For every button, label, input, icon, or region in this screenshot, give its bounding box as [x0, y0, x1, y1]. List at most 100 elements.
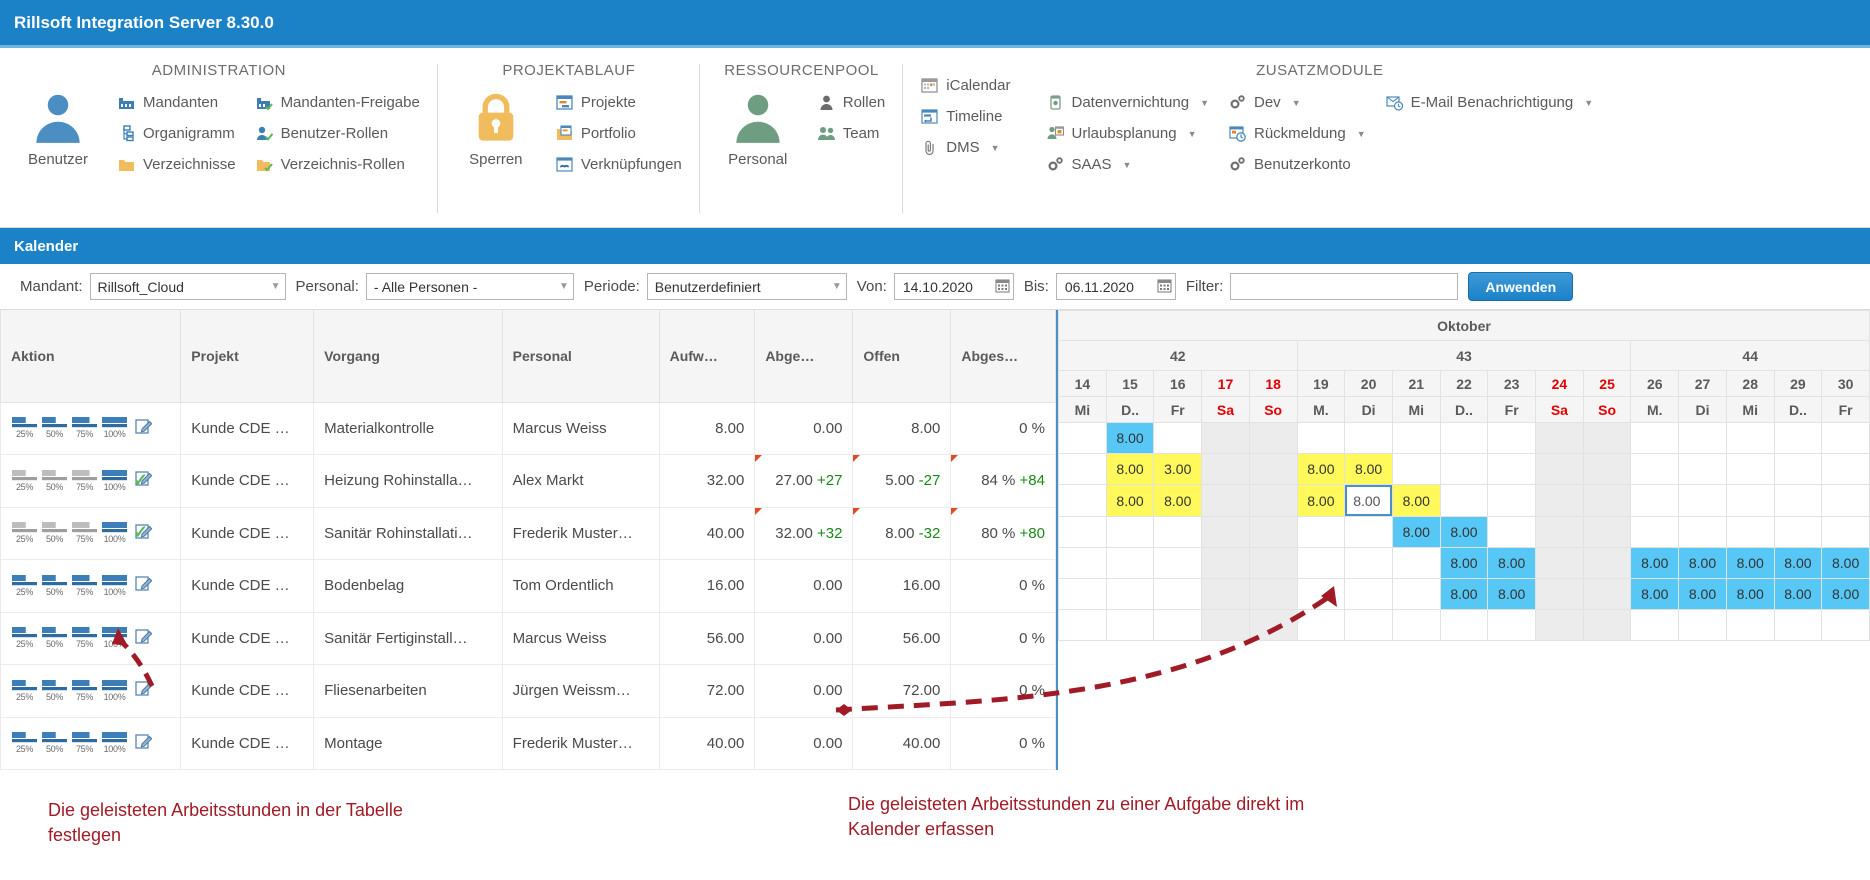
- calendar-empty-cell[interactable]: [1344, 609, 1393, 641]
- calendar-empty-cell[interactable]: [1773, 484, 1823, 517]
- calendar-empty-cell[interactable]: [1582, 422, 1632, 454]
- progress-button-50[interactable]: 50%: [41, 732, 68, 754]
- edit-pencil-icon[interactable]: [135, 680, 153, 701]
- column-header-aufw[interactable]: Aufw…: [658, 310, 756, 403]
- progress-button-50[interactable]: 50%: [41, 522, 68, 544]
- progress-button-100[interactable]: 100%: [101, 522, 128, 544]
- ribbon-item-datenvernichtung[interactable]: Datenvernichtung ▼: [1039, 87, 1218, 118]
- calendar-empty-cell[interactable]: [1821, 609, 1870, 641]
- calendar-empty-cell[interactable]: [1153, 578, 1203, 610]
- ribbon-item-team[interactable]: Team: [810, 118, 894, 149]
- ribbon-item-dms[interactable]: DMS ▼: [913, 132, 1018, 163]
- cell-abgeleistet[interactable]: 0.00: [754, 716, 854, 770]
- calendar-empty-cell[interactable]: [1344, 578, 1393, 610]
- calendar-empty-cell[interactable]: [1248, 516, 1298, 548]
- calendar-empty-cell[interactable]: [1582, 516, 1632, 548]
- table-row[interactable]: 25% 50% 75% 100% Kunde CDE … Montage Frederik …: [0, 716, 1056, 770]
- calendar-hours-cell[interactable]: 8.00: [1439, 578, 1489, 610]
- calendar-hours-cell[interactable]: 8.00: [1725, 578, 1775, 610]
- calendar-empty-cell[interactable]: [1535, 422, 1584, 454]
- calendar-empty-cell[interactable]: [1535, 516, 1584, 548]
- calendar-empty-cell[interactable]: [1630, 484, 1680, 517]
- ribbon-item-projekte[interactable]: Projekte: [548, 87, 690, 118]
- ribbon-item-benutzer-rollen[interactable]: Benutzer-Rollen: [248, 118, 428, 149]
- calendar-empty-cell[interactable]: [1201, 484, 1250, 517]
- progress-button-50[interactable]: 50%: [41, 469, 68, 492]
- calendar-empty-cell[interactable]: [1773, 609, 1823, 641]
- progress-button-25[interactable]: 25%: [11, 574, 38, 597]
- calendar-empty-cell[interactable]: [1201, 516, 1250, 548]
- calendar-empty-cell[interactable]: [1105, 609, 1155, 641]
- ribbon-item-mandanten[interactable]: Mandanten: [110, 87, 244, 118]
- calendar-empty-cell[interactable]: [1630, 516, 1680, 548]
- calendar-hours-cell[interactable]: 8.00: [1773, 578, 1823, 610]
- calendar-empty-cell[interactable]: [1487, 516, 1537, 548]
- table-row[interactable]: 25% 50% 75% 100% Kunde CDE … Bodenbelag Tom Or…: [0, 559, 1056, 613]
- calendar-hours-cell[interactable]: 8.00: [1630, 578, 1680, 610]
- calendar-empty-cell[interactable]: [1630, 453, 1680, 485]
- calendar-empty-cell[interactable]: [1821, 484, 1870, 517]
- cell-abgeleistet[interactable]: 0.00: [754, 401, 854, 455]
- calendar-empty-cell[interactable]: [1201, 578, 1250, 610]
- calendar-hours-cell[interactable]: 8.00: [1391, 484, 1441, 517]
- table-row[interactable]: 25% 50% 75% 100% Kunde CDE … Materialkontroll…: [0, 401, 1056, 455]
- calendar-empty-cell[interactable]: [1296, 422, 1346, 454]
- progress-button-75[interactable]: 75%: [71, 679, 98, 702]
- calendar-empty-cell[interactable]: [1535, 484, 1584, 517]
- chevron-down-icon[interactable]: ▼: [1123, 160, 1132, 170]
- calendar-empty-cell[interactable]: [1487, 609, 1537, 641]
- calendar-empty-cell[interactable]: [1344, 547, 1393, 579]
- calendar-empty-cell[interactable]: [1439, 453, 1489, 485]
- calendar-icon[interactable]: [995, 278, 1010, 296]
- calendar-empty-cell[interactable]: [1630, 609, 1680, 641]
- cell-aktion[interactable]: 25% 50% 75% 100% ✓: [0, 454, 182, 508]
- personal-select[interactable]: - Alle Personen - ▼: [365, 273, 574, 300]
- progress-button-75[interactable]: 75%: [71, 574, 98, 597]
- ribbon-item-urlaubsplanung[interactable]: Urlaubsplanung ▼: [1039, 118, 1218, 149]
- calendar-hours-cell[interactable]: 8.00: [1487, 547, 1537, 579]
- confirm-check-icon[interactable]: ✓: [133, 522, 148, 543]
- calendar-empty-cell[interactable]: [1248, 422, 1298, 454]
- calendar-empty-cell[interactable]: [1391, 547, 1441, 579]
- calendar-empty-cell[interactable]: [1821, 453, 1870, 485]
- table-row[interactable]: 25% 50% 75% 100% ✓ Kunde CDE … Sanitär Rohinst…: [0, 506, 1056, 560]
- cell-aktion[interactable]: 25% 50% 75% 100%: [0, 664, 182, 718]
- edit-pencil-icon[interactable]: [135, 418, 153, 439]
- calendar-empty-cell[interactable]: [1487, 484, 1537, 517]
- progress-button-75[interactable]: 75%: [71, 732, 98, 754]
- calendar-empty-cell[interactable]: [1248, 484, 1298, 517]
- calendar-empty-cell[interactable]: [1344, 422, 1393, 454]
- calendar-empty-cell[interactable]: [1058, 516, 1107, 548]
- calendar-hours-cell[interactable]: 8.00: [1105, 453, 1155, 485]
- calendar-empty-cell[interactable]: [1296, 547, 1346, 579]
- calendar-empty-cell[interactable]: [1248, 609, 1298, 641]
- cell-aktion[interactable]: 25% 50% 75% 100% ✓: [0, 506, 182, 560]
- calendar-hours-cell[interactable]: 8.00: [1725, 547, 1775, 579]
- edit-pencil-icon[interactable]: [135, 628, 153, 649]
- calendar-empty-cell[interactable]: [1725, 453, 1775, 485]
- calendar-empty-cell[interactable]: [1725, 609, 1775, 641]
- calendar-empty-cell[interactable]: [1725, 484, 1775, 517]
- calendar-empty-cell[interactable]: [1058, 484, 1107, 517]
- progress-button-25[interactable]: 25%: [11, 679, 38, 702]
- calendar-empty-cell[interactable]: [1058, 547, 1107, 579]
- column-header-aktion[interactable]: Aktion: [0, 310, 182, 403]
- calendar-hours-cell[interactable]: 3.00: [1153, 453, 1203, 485]
- filter-input[interactable]: [1230, 273, 1459, 300]
- progress-button-100[interactable]: 100%: [101, 627, 128, 649]
- progress-button-50[interactable]: 50%: [41, 679, 68, 702]
- periode-select[interactable]: Benutzerdefiniert ▼: [646, 273, 847, 300]
- ribbon-item-icalendar[interactable]: iCalendar: [913, 70, 1018, 101]
- table-row[interactable]: 25% 50% 75% 100% Kunde CDE … Fliesenarbeiten J…: [0, 664, 1056, 718]
- calendar-empty-cell[interactable]: [1773, 516, 1823, 548]
- calendar-hours-cell[interactable]: 8.00: [1296, 453, 1346, 485]
- calendar-hours-cell[interactable]: 8.00: [1678, 578, 1727, 610]
- calendar-empty-cell[interactable]: [1582, 578, 1632, 610]
- calendar-empty-cell[interactable]: [1535, 547, 1584, 579]
- cell-abgeleistet[interactable]: 0.00: [754, 559, 854, 613]
- calendar-empty-cell[interactable]: [1391, 609, 1441, 641]
- progress-button-100[interactable]: 100%: [101, 469, 128, 492]
- apply-button[interactable]: Anwenden: [1468, 272, 1574, 301]
- progress-button-50[interactable]: 50%: [41, 574, 68, 597]
- calendar-empty-cell[interactable]: [1153, 422, 1203, 454]
